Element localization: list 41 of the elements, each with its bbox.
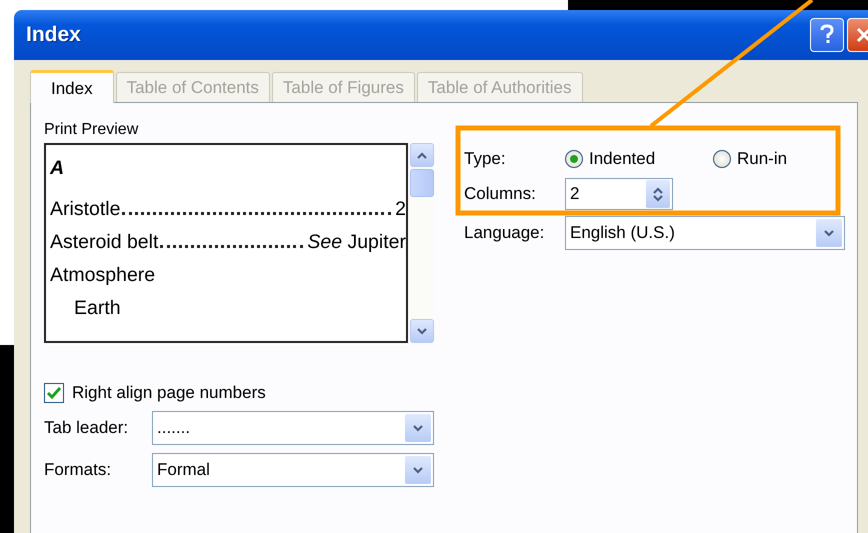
columns-spinner[interactable]: 2: [565, 178, 673, 210]
dropdown-arrow-button[interactable]: [405, 456, 431, 484]
tab[interactable]: Index: [30, 70, 114, 103]
checkbox[interactable]: [44, 383, 64, 403]
checkbox-label: Right align page numbers: [72, 383, 266, 403]
language-dropdown[interactable]: English (U.S.): [565, 216, 845, 250]
index-entry: Atmosphere: [50, 264, 156, 287]
chevron-icon: [823, 228, 835, 236]
chevron-icon: [412, 424, 424, 432]
close-icon: [855, 26, 868, 44]
preview-heading: A: [50, 157, 66, 180]
preview-label: Print Preview: [44, 121, 140, 139]
scroll-up-button[interactable]: [410, 143, 434, 167]
page-reference: 2: [395, 198, 406, 221]
dropdown-arrow-button[interactable]: [405, 414, 431, 442]
scroll-down-button[interactable]: [410, 319, 434, 343]
page-reference: See Jupiter: [307, 231, 406, 254]
spin-buttons[interactable]: [646, 180, 670, 208]
chevron-icon: [416, 151, 428, 159]
radio-button[interactable]: [565, 150, 583, 168]
index-entry: Asteroid belt: [50, 231, 158, 254]
field-label: Type:: [464, 148, 507, 168]
field-label: Language:: [464, 222, 546, 242]
index-subentry: Earth: [74, 297, 121, 319]
chevron-icon: [412, 466, 424, 474]
dropdown-arrow-button[interactable]: [816, 218, 842, 246]
help-button[interactable]: [810, 18, 844, 52]
index-entry: Aristotle: [50, 198, 120, 221]
radio-button[interactable]: [713, 150, 731, 168]
field-label: Tab leader:: [44, 418, 130, 438]
radio-option[interactable]: Run-in: [713, 148, 861, 168]
scroll-thumb[interactable]: [410, 169, 434, 197]
field-label: Columns:: [464, 184, 537, 204]
scrollbar[interactable]: [410, 143, 434, 343]
radio-option[interactable]: Indented: [565, 148, 713, 168]
formats-dropdown[interactable]: Formal: [152, 453, 434, 487]
tab-leader-dropdown[interactable]: .......: [152, 411, 434, 445]
field-label: Formats:: [44, 460, 112, 480]
window-title: Index: [26, 23, 82, 47]
question-mark-icon: [819, 24, 835, 46]
chevron-icon: [416, 327, 428, 335]
